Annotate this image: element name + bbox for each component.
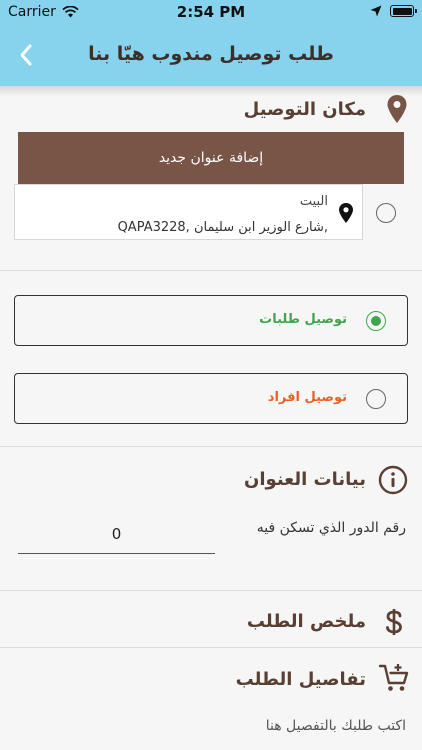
address-radio[interactable] [376,203,396,223]
divider [0,590,422,591]
divider [0,446,422,447]
status-time: 2:54 PM [176,3,246,21]
status-bar: Carrier 2:54 PM [0,0,422,24]
battery-icon [390,5,417,17]
divider [0,647,422,648]
address-line: QAPA3228, شارع الوزير ابن سليمان, [117,220,328,235]
floor-number-input[interactable] [18,514,215,554]
floor-number-label: رقم الدور الذي تسكن فيه [256,520,406,536]
address-name: البيت [299,194,328,209]
header-shadow [0,86,422,96]
option-order-delivery-radio[interactable] [366,311,386,331]
option-people-delivery-radio[interactable] [366,389,386,409]
option-people-delivery[interactable]: توصيل افراد [14,373,408,424]
address-pin-icon [339,203,353,223]
navigation-bar: طلب توصيل مندوب هيّا بنا [0,24,422,86]
add-new-address-button[interactable]: إضافة عنوان جديد [18,132,404,184]
cart-add-icon [378,664,409,691]
info-icon [378,465,408,495]
location-arrow-icon [370,5,382,17]
option-people-delivery-label: توصيل افراد [267,390,347,405]
order-details-title: تفاصيل الطلب [235,669,366,690]
dollar-icon [386,609,402,635]
order-details-input[interactable]: اكتب طلبك بالتفصيل هنا [266,718,406,734]
map-pin-icon [387,95,407,123]
option-order-delivery-label: توصيل طلبات [259,312,347,327]
page-title: طلب توصيل مندوب هيّا بنا [88,43,334,65]
delivery-place-title: مكان التوصيل [243,99,366,120]
divider [0,270,422,271]
order-summary-title: ملخص الطلب [246,611,366,632]
address-data-title: بيانات العنوان [244,469,366,490]
status-right [370,5,417,17]
address-card[interactable]: البيت QAPA3228, شارع الوزير ابن سليمان, [14,184,363,240]
option-order-delivery[interactable]: توصيل طلبات [14,295,408,346]
